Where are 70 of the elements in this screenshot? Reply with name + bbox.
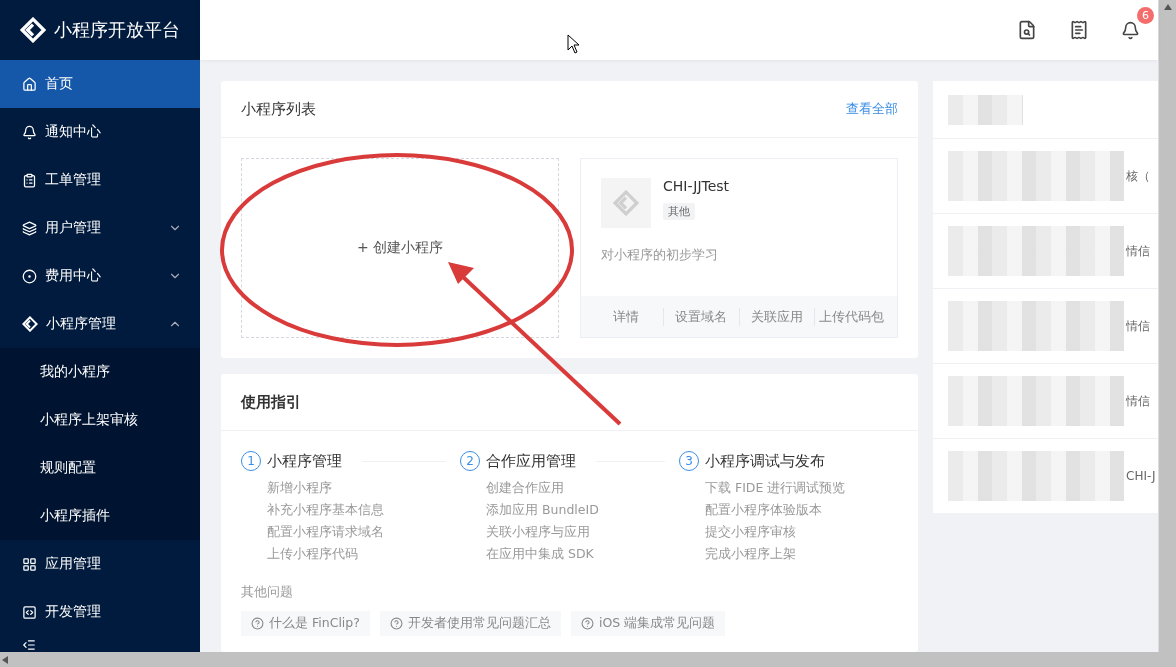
app-action-link[interactable]: 详情: [589, 307, 664, 326]
notice-text: 情信: [1126, 317, 1150, 335]
category-tag: 其他: [663, 203, 695, 220]
circle-dot-icon: [22, 268, 37, 284]
sidebar-item[interactable]: 用户管理: [0, 204, 200, 252]
notice-text: 情信: [1126, 242, 1150, 260]
clipboard-icon: [22, 172, 37, 188]
submenu-item[interactable]: 小程序上架审核: [0, 396, 200, 444]
grid-icon: [22, 556, 37, 572]
app-name: CHI-JJTest: [663, 178, 730, 194]
card-title: 使用指引: [241, 392, 301, 412]
step-item: 在应用中集成 SDK: [485, 545, 595, 563]
app-description: 对小程序的初步学习: [601, 246, 719, 264]
step-item: 下载 FIDE 进行调试预览: [704, 479, 847, 497]
step-item: 配置小程序体验版本: [704, 501, 823, 519]
notice-text: CHI-J: [1126, 469, 1156, 483]
app-logo-icon: [601, 178, 651, 228]
app-action-link[interactable]: 上传代码包: [813, 307, 889, 326]
sidebar-item[interactable]: 应用管理: [0, 540, 200, 588]
help-icon: [251, 617, 264, 630]
section-label: 其他问题: [240, 583, 294, 601]
scroll-left-icon[interactable]: [2, 655, 8, 664]
faq-button[interactable]: iOS 端集成常见问题: [570, 611, 726, 636]
bell-icon: [22, 124, 37, 140]
diamond-logo-icon: [22, 316, 38, 332]
app-action-link[interactable]: 关联应用: [738, 307, 814, 326]
app-title: 小程序开放平台: [54, 18, 180, 42]
bell-icon[interactable]: [1121, 20, 1140, 40]
view-all-link[interactable]: 查看全部: [846, 100, 898, 118]
vertical-scrollbar[interactable]: [1158, 0, 1176, 652]
faq-button[interactable]: 什么是 FinClip?: [241, 611, 370, 636]
step-item: 完成小程序上架: [704, 545, 797, 563]
step-item: 创建合作应用: [485, 479, 565, 497]
home-icon: [22, 76, 37, 92]
card-title: 小程序列表: [241, 99, 316, 119]
step-item: 添加应用 BundleID: [485, 501, 600, 519]
mouse-cursor-icon: [567, 34, 581, 54]
sidebar-item[interactable]: 开发管理: [0, 588, 200, 636]
step-item: 上传小程序代码: [266, 545, 359, 563]
submenu-item[interactable]: 我的小程序: [0, 348, 200, 396]
step-title: 小程序调试与发布: [705, 451, 825, 471]
document-search-icon[interactable]: [1017, 20, 1037, 40]
sidebar-item[interactable]: 费用中心: [0, 252, 200, 300]
scroll-up-icon[interactable]: [1163, 4, 1172, 10]
app-action-link[interactable]: 设置域名: [663, 307, 739, 326]
sidebar-item[interactable]: 小程序管理: [0, 300, 200, 348]
step-title: 小程序管理: [267, 451, 342, 471]
horizontal-scrollbar[interactable]: [0, 652, 1176, 667]
code-icon: [22, 604, 37, 620]
step-item: 配置小程序请求域名: [266, 523, 385, 541]
collapse-icon[interactable]: [22, 638, 36, 652]
submenu-item[interactable]: 规则配置: [0, 444, 200, 492]
step-item: 新增小程序: [266, 479, 333, 497]
notification-badge: 6: [1137, 6, 1154, 24]
sidebar-item[interactable]: 工单管理: [0, 156, 200, 204]
step-title: 合作应用管理: [486, 451, 576, 471]
notice-text: 核（: [1126, 167, 1150, 185]
notice-text: 情信: [1126, 392, 1150, 410]
step-item: 关联小程序与应用: [485, 523, 591, 541]
receipt-icon[interactable]: [1069, 20, 1089, 40]
sidebar-item[interactable]: 首页: [0, 60, 200, 108]
faq-button[interactable]: 开发者使用常见问题汇总: [379, 611, 561, 636]
layers-icon: [22, 220, 37, 236]
help-icon: [389, 617, 403, 630]
help-icon: [580, 617, 594, 630]
step-item: 提交小程序审核: [704, 523, 797, 541]
submenu-item[interactable]: 小程序插件: [0, 492, 200, 540]
sidebar-item[interactable]: 通知中心: [0, 108, 200, 156]
diamond-logo-icon: [20, 17, 46, 43]
step-item: 补充小程序基本信息: [266, 501, 385, 519]
